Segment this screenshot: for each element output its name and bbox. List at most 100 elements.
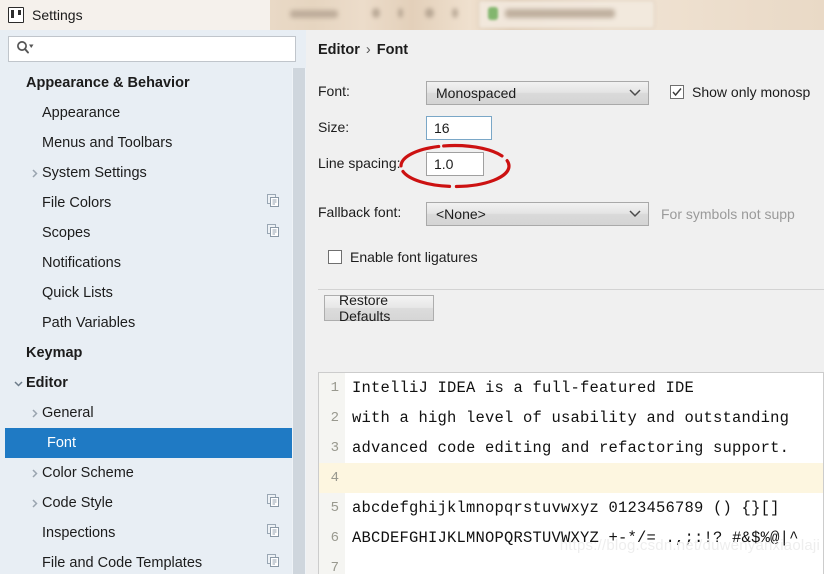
- sidebar-item-menus-and-toolbars[interactable]: Menus and Toolbars: [0, 128, 292, 158]
- sidebar-scrollbar[interactable]: [292, 68, 306, 574]
- fallback-font-row-label: Fallback font:: [318, 204, 401, 220]
- sidebar-scrollbar-thumb[interactable]: [293, 68, 305, 574]
- copy-settings-icon[interactable]: [267, 224, 280, 242]
- chevron-down-icon: [628, 205, 642, 223]
- sidebar-item-label: Quick Lists: [42, 284, 113, 301]
- sidebar-item-label: Editor: [26, 374, 68, 391]
- line-spacing-row-label: Line spacing:: [318, 155, 401, 171]
- preview-line-text: abcdefghijklmnopqrstuvwxyz 0123456789 ()…: [352, 499, 780, 517]
- sidebar-item-label: Keymap: [26, 344, 83, 361]
- line-number: 5: [319, 493, 345, 523]
- enable-font-ligatures-checkbox[interactable]: Enable font ligatures: [328, 249, 478, 265]
- blurred-icon: [452, 8, 458, 18]
- fallback-font-hint: For symbols not supp: [661, 206, 795, 222]
- search-input[interactable]: [38, 38, 295, 60]
- preview-line[interactable]: 4: [319, 463, 823, 493]
- line-number: 6: [319, 523, 345, 553]
- font-label: Font:: [318, 83, 350, 99]
- line-number: 4: [319, 463, 345, 493]
- blurred-icon: [425, 8, 434, 18]
- blurred-icon: [372, 8, 380, 18]
- intellij-idea-icon: [8, 7, 24, 23]
- sidebar-item-label: File Colors: [42, 194, 112, 211]
- blurred-file-icon: [488, 7, 498, 20]
- chevron-right-icon[interactable]: [26, 468, 42, 479]
- preview-line[interactable]: 5 abcdefghijklmnopqrstuvwxyz 0123456789 (…: [319, 493, 823, 523]
- sidebar-item-general[interactable]: General: [0, 398, 292, 428]
- sidebar-item-appearance[interactable]: Appearance: [0, 98, 292, 128]
- settings-window: Settings Appearance & Behavior Appearance…: [0, 0, 824, 574]
- sidebar-item-keymap[interactable]: Keymap: [0, 338, 292, 368]
- watermark: https://blog.csdn.net/duwenyanxiaolaji: [559, 537, 820, 554]
- sidebar-item-label: File and Code Templates: [42, 554, 203, 571]
- search-field[interactable]: [8, 36, 296, 62]
- settings-tree[interactable]: Appearance & Behavior Appearance Menus and…: [0, 68, 292, 574]
- show-only-monospaced-checkbox[interactable]: Show only monosp: [670, 84, 810, 100]
- preview-line-text: advanced code editing and refactoring su…: [352, 439, 790, 457]
- font-family-value: Monospaced: [436, 85, 517, 101]
- checkbox-box[interactable]: [670, 85, 684, 99]
- sidebar-item-label: Color Scheme: [42, 464, 134, 481]
- line-number: 7: [319, 553, 345, 574]
- line-number: 1: [319, 373, 345, 403]
- preview-line-text: with a high level of usability and outst…: [352, 409, 790, 427]
- line-number: 2: [319, 403, 345, 433]
- sidebar-item-color-scheme[interactable]: Color Scheme: [0, 458, 292, 488]
- breadcrumb-separator-icon: ›: [365, 42, 371, 58]
- preview-line[interactable]: 3 advanced code editing and refactoring s…: [319, 433, 823, 463]
- size-row-label: Size:: [318, 119, 349, 135]
- chevron-right-icon[interactable]: [26, 408, 42, 419]
- sidebar-item-label: General: [42, 404, 94, 421]
- breadcrumb-parent[interactable]: Editor: [318, 42, 360, 58]
- blurred-icon: [398, 8, 403, 18]
- sidebar-item-label: Inspections: [42, 524, 116, 541]
- sidebar-item-quick-lists[interactable]: Quick Lists: [0, 278, 292, 308]
- sidebar-item-path-variables[interactable]: Path Variables: [0, 308, 292, 338]
- fallback-font-select[interactable]: <None>: [426, 202, 649, 226]
- sidebar-item-code-style[interactable]: Code Style: [0, 488, 292, 518]
- sidebar-item-file-and-code-templates[interactable]: File and Code Templates: [0, 548, 292, 574]
- blurred-text: [290, 10, 338, 18]
- divider: [318, 289, 824, 290]
- chevron-right-icon[interactable]: [26, 498, 42, 509]
- size-input[interactable]: 16: [426, 116, 492, 140]
- sidebar-item-font[interactable]: Font: [5, 428, 292, 458]
- title-bar: Settings: [0, 0, 270, 30]
- sidebar-item-appearance-behavior[interactable]: Appearance & Behavior: [0, 68, 292, 98]
- copy-settings-icon[interactable]: [267, 194, 280, 212]
- chevron-down-icon[interactable]: [10, 378, 26, 389]
- chevron-right-icon[interactable]: [26, 168, 42, 179]
- line-number: 3: [319, 433, 345, 463]
- copy-settings-icon[interactable]: [267, 554, 280, 572]
- sidebar-item-label: Menus and Toolbars: [42, 134, 173, 151]
- preview-line[interactable]: 1 IntelliJ IDEA is a full-featured IDE: [319, 373, 823, 403]
- sidebar-item-file-colors[interactable]: File Colors: [0, 188, 292, 218]
- size-label: Size:: [318, 119, 350, 135]
- breadcrumb-current: Font: [376, 42, 409, 58]
- sidebar-item-label: Appearance: [42, 104, 121, 121]
- sidebar-item-notifications[interactable]: Notifications: [0, 248, 292, 278]
- sidebar-item-editor[interactable]: Editor: [0, 368, 292, 398]
- font-family-select[interactable]: Monospaced: [426, 81, 649, 105]
- chevron-down-icon: [628, 84, 642, 102]
- copy-settings-icon[interactable]: [267, 494, 280, 512]
- sidebar-item-label: Appearance & Behavior: [26, 74, 190, 91]
- sidebar-item-inspections[interactable]: Inspections: [0, 518, 292, 548]
- sidebar-item-label: System Settings: [42, 164, 147, 181]
- show-only-monospaced-label: Show only monosp: [692, 84, 811, 100]
- restore-defaults-button[interactable]: Restore Defaults: [324, 292, 434, 324]
- sidebar-item-system-settings[interactable]: System Settings: [0, 158, 292, 188]
- settings-sidebar: Appearance & Behavior Appearance Menus and…: [0, 30, 306, 574]
- search-icon: [16, 40, 34, 59]
- breadcrumb: Editor › Font: [318, 42, 408, 58]
- sidebar-item-scopes[interactable]: Scopes: [0, 218, 292, 248]
- copy-settings-icon[interactable]: [267, 524, 280, 542]
- sidebar-item-label: Path Variables: [42, 314, 136, 331]
- fallback-font-value: <None>: [436, 206, 486, 222]
- checkbox-box[interactable]: [328, 250, 342, 264]
- line-spacing-input[interactable]: 1.0: [426, 152, 484, 176]
- preview-line[interactable]: 2 with a high level of usability and outs…: [319, 403, 823, 433]
- preview-line[interactable]: 7: [319, 553, 823, 574]
- font-settings-panel: Editor › Font Font: Monospaced Show only m…: [306, 30, 824, 574]
- line-spacing-value: 1.0: [434, 156, 454, 172]
